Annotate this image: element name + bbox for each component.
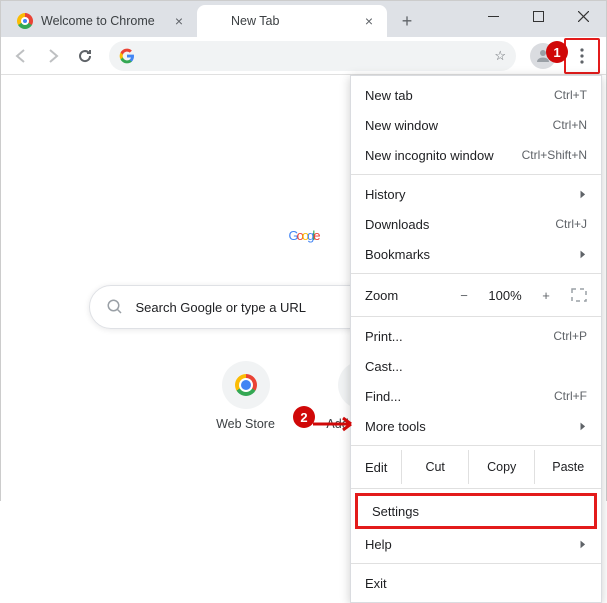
reload-button[interactable] xyxy=(71,42,99,70)
shortcut-webstore[interactable]: Web Store xyxy=(201,361,291,431)
menu-zoom-row: Zoom − 100% + xyxy=(351,278,601,312)
menu-downloads[interactable]: DownloadsCtrl+J xyxy=(351,209,601,239)
menu-new-tab[interactable]: New tabCtrl+T xyxy=(351,80,601,110)
menu-button-highlight xyxy=(564,38,600,74)
back-button[interactable] xyxy=(7,42,35,70)
close-window-button[interactable] xyxy=(561,1,606,31)
blank-favicon-icon xyxy=(207,13,223,29)
shortcut-label: Web Store xyxy=(216,417,275,431)
search-icon xyxy=(106,298,124,316)
submenu-arrow-icon: ▶ xyxy=(581,249,586,260)
search-placeholder: Search Google or type a URL xyxy=(136,300,307,315)
submenu-arrow-icon: ▶ xyxy=(581,189,586,200)
menu-bookmarks[interactable]: Bookmarks▶ xyxy=(351,239,601,269)
maximize-button[interactable] xyxy=(516,1,561,31)
bookmark-star-icon[interactable]: ☆ xyxy=(494,48,506,64)
menu-button[interactable] xyxy=(568,42,596,70)
tab-strip: Welcome to Chrome × New Tab × + xyxy=(1,5,421,37)
webstore-icon xyxy=(222,361,270,409)
toolbar: ☆ xyxy=(1,37,606,75)
tab-title: Welcome to Chrome xyxy=(41,14,163,28)
edit-cut[interactable]: Cut xyxy=(401,450,468,484)
forward-button[interactable] xyxy=(39,42,67,70)
menu-separator xyxy=(351,488,601,489)
tab-newtab[interactable]: New Tab × xyxy=(197,5,387,37)
zoom-in-button[interactable]: + xyxy=(535,288,557,303)
menu-edit-row: Edit Cut Copy Paste xyxy=(351,450,601,484)
address-bar[interactable]: ☆ xyxy=(109,41,516,71)
tab-close-icon[interactable]: × xyxy=(171,13,187,29)
submenu-arrow-icon: ▶ xyxy=(581,539,586,550)
menu-exit[interactable]: Exit xyxy=(351,568,601,598)
edit-paste[interactable]: Paste xyxy=(534,450,601,484)
submenu-arrow-icon: ▶ xyxy=(581,421,586,432)
menu-new-incognito[interactable]: New incognito windowCtrl+Shift+N xyxy=(351,140,601,170)
annotation-callout-1: 1 xyxy=(546,41,568,63)
menu-separator xyxy=(351,273,601,274)
menu-more-tools[interactable]: More tools▶ xyxy=(351,411,601,441)
menu-history[interactable]: History▶ xyxy=(351,179,601,209)
menu-separator xyxy=(351,563,601,564)
menu-print[interactable]: Print...Ctrl+P xyxy=(351,321,601,351)
chrome-menu: New tabCtrl+T New windowCtrl+N New incog… xyxy=(350,75,602,603)
menu-new-window[interactable]: New windowCtrl+N xyxy=(351,110,601,140)
address-input[interactable] xyxy=(143,48,486,64)
menu-settings-highlight: Settings xyxy=(355,493,597,529)
menu-separator xyxy=(351,316,601,317)
chrome-favicon-icon xyxy=(17,13,33,29)
tab-close-icon[interactable]: × xyxy=(361,13,377,29)
edit-copy[interactable]: Copy xyxy=(468,450,535,484)
zoom-value: 100% xyxy=(483,288,527,303)
annotation-arrow-icon xyxy=(311,415,361,433)
menu-separator xyxy=(351,174,601,175)
zoom-out-button[interactable]: − xyxy=(453,288,475,303)
minimize-button[interactable] xyxy=(471,1,516,31)
tab-welcome[interactable]: Welcome to Chrome × xyxy=(7,5,197,37)
menu-separator xyxy=(351,445,601,446)
menu-cast[interactable]: Cast... xyxy=(351,351,601,381)
fullscreen-icon[interactable] xyxy=(571,288,587,302)
menu-help[interactable]: Help▶ xyxy=(351,529,601,559)
google-g-icon xyxy=(119,48,135,64)
tab-title: New Tab xyxy=(231,14,353,28)
window-controls xyxy=(471,1,606,31)
menu-find[interactable]: Find...Ctrl+F xyxy=(351,381,601,411)
titlebar: Welcome to Chrome × New Tab × + xyxy=(1,1,606,37)
new-tab-button[interactable]: + xyxy=(393,7,421,35)
